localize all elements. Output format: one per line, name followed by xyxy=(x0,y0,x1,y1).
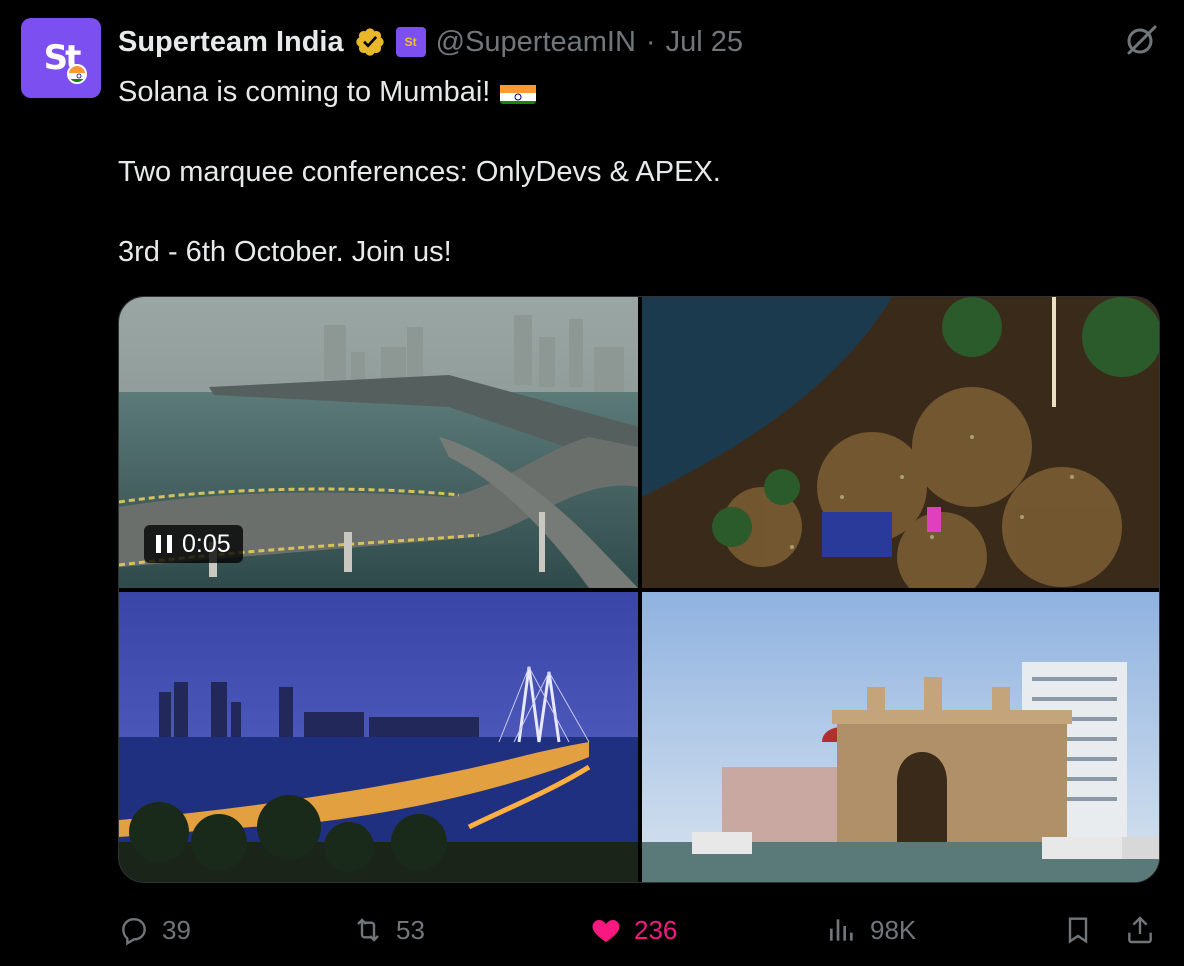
repost-button[interactable]: 53 xyxy=(352,906,425,954)
avatar[interactable]: St xyxy=(21,18,101,98)
media-grid: 0:05 xyxy=(118,296,1160,883)
india-flag-icon xyxy=(500,80,537,104)
india-flag-icon xyxy=(67,64,87,84)
verified-badge-icon[interactable] xyxy=(354,26,386,58)
separator: · xyxy=(645,25,656,58)
heart-icon xyxy=(592,920,620,942)
pause-icon[interactable] xyxy=(156,535,172,553)
tweet-text: Solana is coming to Mumbai! Two marquee … xyxy=(118,72,721,272)
video-duration-text: 0:05 xyxy=(182,529,231,558)
view-count: 98K xyxy=(870,914,917,945)
analytics-icon xyxy=(830,919,853,941)
repost-icon xyxy=(357,918,379,942)
share-button[interactable] xyxy=(1124,906,1156,954)
repost-count: 53 xyxy=(396,914,425,945)
like-count: 236 xyxy=(634,914,678,945)
media-image[interactable] xyxy=(119,592,638,882)
media-image[interactable] xyxy=(642,297,1159,588)
tweet-date[interactable]: Jul 25 xyxy=(666,26,743,59)
tweet-text-line: Solana is coming to Mumbai! xyxy=(118,76,491,108)
video-player[interactable]: 0:05 xyxy=(119,297,638,588)
media-image[interactable] xyxy=(642,592,1159,882)
author-name[interactable]: Superteam India xyxy=(118,26,344,59)
video-duration[interactable]: 0:05 xyxy=(144,525,243,563)
tweet-text-line: 3rd - 6th October. Join us! xyxy=(118,236,452,268)
bookmark-icon xyxy=(1068,917,1088,944)
reply-icon xyxy=(122,918,146,946)
affiliate-badge[interactable]: St xyxy=(395,27,426,57)
tweet-header: Superteam India St @SuperteamIN · Jul 25 xyxy=(118,22,743,62)
grok-icon[interactable] xyxy=(1124,22,1160,58)
bookmark-button[interactable] xyxy=(1062,906,1094,954)
author-handle[interactable]: @SuperteamIN xyxy=(436,26,636,59)
like-button[interactable]: 236 xyxy=(590,906,677,954)
reply-button[interactable]: 39 xyxy=(118,906,191,954)
share-icon xyxy=(1128,916,1152,944)
tweet-text-line: Two marquee conferences: OnlyDevs & APEX… xyxy=(118,156,721,188)
reply-count: 39 xyxy=(162,914,191,945)
action-bar: 39 53 236 98K xyxy=(0,906,1184,954)
views-button[interactable]: 98K xyxy=(826,906,916,954)
